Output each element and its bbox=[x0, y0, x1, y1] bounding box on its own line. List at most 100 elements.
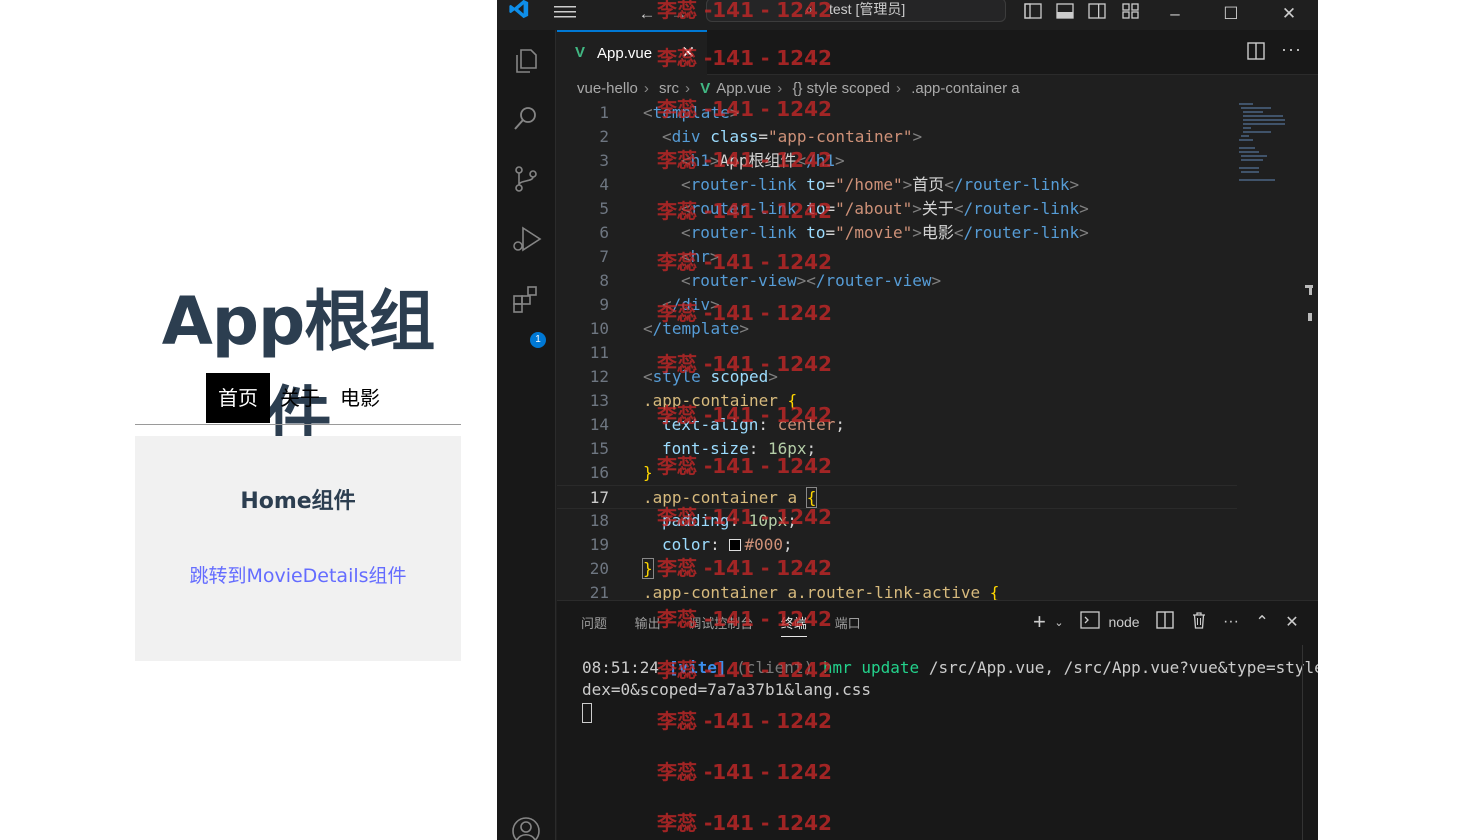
code-token: App根组件 bbox=[719, 151, 797, 170]
code-line: 13 .app-container { bbox=[557, 389, 1237, 413]
divider bbox=[135, 424, 461, 425]
extensions-icon[interactable] bbox=[497, 274, 556, 324]
nav-link-about[interactable]: 关于 bbox=[270, 373, 330, 423]
breadcrumb-item[interactable]: App.vue bbox=[716, 80, 771, 97]
tab-output[interactable]: 输出 bbox=[635, 613, 661, 636]
editor-tab-bar: V App.vue ✕ ··· bbox=[557, 30, 1318, 76]
explorer-icon[interactable] bbox=[497, 36, 556, 86]
code-token: to bbox=[806, 199, 826, 218]
movie-details-link[interactable]: 跳转到MovieDetails组件 bbox=[189, 561, 406, 588]
line-number: 14 bbox=[589, 415, 609, 434]
code-token: /h1 bbox=[806, 151, 835, 170]
code-line: 10 </template> bbox=[557, 317, 1237, 341]
toggle-panel-icon[interactable] bbox=[1055, 0, 1075, 30]
code-token: "/home" bbox=[835, 175, 903, 194]
close-icon[interactable]: ✕ bbox=[681, 43, 695, 63]
line-number: 6 bbox=[599, 223, 609, 242]
code-token: router-link bbox=[690, 175, 797, 194]
line-number: 1 bbox=[599, 103, 609, 122]
trash-icon[interactable] bbox=[1191, 611, 1207, 634]
terminal-shell-label[interactable]: node bbox=[1108, 614, 1139, 630]
tab-app-vue[interactable]: V App.vue ✕ bbox=[557, 30, 707, 76]
arrow-right-icon[interactable]: → bbox=[669, 0, 689, 30]
code-line: 9 </div> bbox=[557, 293, 1237, 317]
code-token: 关于 bbox=[921, 199, 954, 218]
tab-debug-console[interactable]: 调试控制台 bbox=[688, 613, 753, 636]
editor-scrollbar[interactable] bbox=[1305, 285, 1313, 325]
app-nav: 首页 关于 电影 bbox=[135, 373, 461, 423]
code-token: /router-view bbox=[815, 271, 932, 290]
terminal-icon[interactable] bbox=[1080, 610, 1100, 634]
command-center-search[interactable]: ⌕ test [管理员] bbox=[706, 0, 1006, 22]
toggle-secondary-sidebar-icon[interactable] bbox=[1087, 0, 1107, 30]
nav-link-movie[interactable]: 电影 bbox=[330, 373, 390, 423]
code-line: 3 <h1>App根组件</h1> bbox=[557, 149, 1237, 173]
vue-file-icon: V bbox=[700, 80, 711, 97]
code-token: #000 bbox=[744, 535, 783, 554]
close-panel-icon[interactable]: ✕ bbox=[1285, 612, 1298, 632]
code-token: router-link bbox=[690, 199, 797, 218]
line-number: 17 bbox=[589, 488, 609, 507]
account-icon[interactable] bbox=[497, 806, 556, 840]
code-token: 16px bbox=[767, 439, 807, 458]
run-debug-icon[interactable] bbox=[497, 214, 556, 264]
tab-problems[interactable]: 问题 bbox=[581, 613, 607, 636]
more-actions-icon[interactable]: ··· bbox=[1223, 613, 1239, 631]
maximize-icon[interactable]: ☐ bbox=[1221, 0, 1241, 30]
chevron-right-icon: › bbox=[643, 80, 649, 97]
code-token: .app-container a bbox=[643, 488, 798, 507]
chevron-up-icon[interactable]: ⌃ bbox=[1255, 612, 1268, 632]
breadcrumb: vue-hello › src › V App.vue › {} style scope… bbox=[577, 80, 1026, 100]
vscode-window: ← → ⌕ test [管理员] – ☐ ✕ 1 V App.vue ✕ ···… bbox=[497, 0, 1318, 840]
code-token: /router-link bbox=[963, 199, 1080, 218]
breadcrumb-item[interactable]: vue-hello bbox=[577, 80, 638, 97]
code-line: 14 text-align: center; bbox=[557, 413, 1237, 437]
code-token: router-link bbox=[690, 223, 797, 242]
split-editor-icon[interactable] bbox=[1247, 42, 1267, 62]
code-token: template bbox=[652, 103, 730, 122]
line-number: 5 bbox=[599, 199, 609, 218]
line-number: 7 bbox=[599, 247, 609, 266]
code-token: "/movie" bbox=[835, 223, 913, 242]
more-actions-icon[interactable]: ··· bbox=[1281, 39, 1302, 60]
new-terminal-icon[interactable]: + bbox=[1033, 609, 1046, 635]
code-editor[interactable]: 1 <template> 2 <div class="app-container">… bbox=[557, 101, 1237, 602]
arrow-left-icon[interactable]: ← bbox=[637, 0, 657, 30]
customize-layout-icon[interactable] bbox=[1121, 0, 1141, 30]
code-line: 12 <style scoped> bbox=[557, 365, 1237, 389]
tab-label: App.vue bbox=[597, 45, 653, 62]
color-swatch[interactable] bbox=[729, 539, 742, 551]
code-token: 电影 bbox=[921, 223, 954, 242]
split-terminal-icon[interactable] bbox=[1156, 610, 1174, 634]
code-line: 11 bbox=[557, 341, 1237, 365]
code-line: 2 <div class="app-container"> bbox=[557, 125, 1237, 149]
search-icon[interactable] bbox=[497, 94, 556, 144]
minimize-icon[interactable]: – bbox=[1165, 0, 1185, 30]
nav-link-home[interactable]: 首页 bbox=[206, 373, 270, 423]
code-line-current: 17 .app-container a { bbox=[557, 485, 1237, 509]
menu-icon[interactable] bbox=[553, 0, 577, 30]
breadcrumb-item[interactable]: {} style scoped bbox=[792, 80, 890, 97]
title-bar: ← → ⌕ test [管理员] – ☐ ✕ bbox=[497, 0, 1318, 30]
minimap[interactable] bbox=[1237, 101, 1302, 181]
toggle-primary-sidebar-icon[interactable] bbox=[1023, 0, 1043, 30]
panel-scrollbar[interactable] bbox=[1302, 645, 1303, 840]
breadcrumb-item[interactable]: .app-container a bbox=[911, 80, 1019, 97]
line-number: 4 bbox=[599, 175, 609, 194]
terminal-output[interactable]: 08:51:24 [vite] (client) hmr update /src… bbox=[582, 657, 1318, 729]
chevron-right-icon: › bbox=[777, 80, 783, 97]
chevron-right-icon: › bbox=[896, 80, 902, 97]
source-control-icon[interactable] bbox=[497, 154, 556, 204]
code-token: padding bbox=[662, 511, 730, 530]
breadcrumb-item[interactable]: src bbox=[659, 80, 679, 97]
panel-actions: + ⌄ node ··· ⌃ ✕ bbox=[1033, 609, 1311, 637]
code-token: class bbox=[710, 127, 759, 146]
code-token: /router-link bbox=[953, 175, 1070, 194]
chevron-down-icon[interactable]: ⌄ bbox=[1054, 616, 1063, 629]
tab-ports[interactable]: 端口 bbox=[835, 613, 861, 636]
close-window-icon[interactable]: ✕ bbox=[1279, 0, 1299, 30]
code-token: "app-container" bbox=[768, 127, 913, 146]
code-line: 19 color: #000; bbox=[557, 533, 1237, 557]
home-component: Home组件 跳转到MovieDetails组件 bbox=[135, 436, 461, 661]
tab-terminal[interactable]: 终端 bbox=[780, 613, 807, 637]
